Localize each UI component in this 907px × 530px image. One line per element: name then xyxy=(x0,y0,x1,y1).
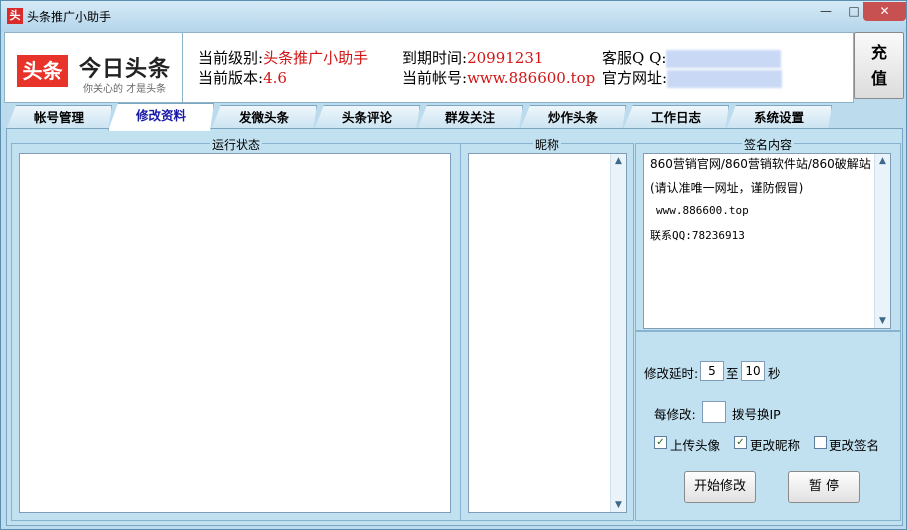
toutiao-logo: 头条 今日头条 你关心的 才是头条 xyxy=(5,33,183,102)
site-label: 官方网址: xyxy=(602,69,668,87)
change-sign-label: 更改签名 xyxy=(829,438,880,453)
logo-mark: 头条 xyxy=(17,55,68,87)
every-suffix: 拨号换IP xyxy=(732,407,781,422)
main-panel: 运行状态 昵称 ▲ ▼ 签名内容 860营销官网/860营销软件站/860破解站… xyxy=(6,128,903,526)
account-row: 当前帐号:www.886600.top xyxy=(402,67,595,88)
app-window: 头 头条推广小助手 — □ ✕ 头条 今日头条 你关心的 才是头条 当前级别:头… xyxy=(0,0,907,530)
change-nick-label: 更改昵称 xyxy=(750,438,801,453)
change-sign-checkbox[interactable] xyxy=(814,436,827,449)
minimize-icon[interactable]: — xyxy=(813,2,839,21)
status-title: 运行状态 xyxy=(209,138,262,152)
qq-blurred xyxy=(666,50,782,68)
level-label: 当前级别: xyxy=(198,49,264,67)
expire-label: 到期时间: xyxy=(402,49,468,67)
site-row: 官方网址: xyxy=(602,67,783,88)
tab-follow[interactable]: 群发关注 xyxy=(417,105,523,130)
settings-group: 修改延时: 5 至 10 秒 每修改: 拨号换IP ✓ 上传头像 ✓ 更改昵称 … xyxy=(635,331,901,521)
qq-row: 客服Q Q: xyxy=(602,47,782,68)
scroll-down-icon[interactable]: ▼ xyxy=(611,498,626,512)
nickname-list[interactable]: ▲ ▼ xyxy=(468,153,627,513)
signature-group: 签名内容 860营销官网/860营销软件站/860破解站 (请认准唯一网址，谨防… xyxy=(635,138,901,331)
qq-label: 客服Q Q: xyxy=(602,49,667,67)
signature-line: 860营销官网/860营销软件站/860破解站 xyxy=(650,157,871,171)
close-icon[interactable]: ✕ xyxy=(863,2,906,21)
status-group: 运行状态 xyxy=(11,138,461,521)
recharge-label-1: 充 xyxy=(870,43,887,62)
delay-to-input[interactable]: 10 xyxy=(741,361,765,381)
signature-line: 联系QQ:78236913 xyxy=(650,229,745,242)
tab-edit-profile[interactable]: 修改资料 xyxy=(108,103,214,131)
signature-title: 签名内容 xyxy=(741,138,794,152)
tab-bar: 帐号管理 修改资料 发微头条 头条评论 群发关注 炒作头条 工作日志 系统设置 xyxy=(1,103,906,129)
account-label: 当前帐号: xyxy=(402,69,468,87)
scroll-up-icon[interactable]: ▲ xyxy=(611,154,626,168)
pause-button[interactable]: 暂 停 xyxy=(788,471,860,503)
tab-account[interactable]: 帐号管理 xyxy=(6,105,112,130)
status-log[interactable] xyxy=(19,153,451,513)
logo-name: 今日头条 xyxy=(79,57,172,82)
logo-slogan: 你关心的 才是头条 xyxy=(83,84,167,95)
tab-work-log[interactable]: 工作日志 xyxy=(623,105,729,130)
nickname-group: 昵称 ▲ ▼ xyxy=(460,138,634,521)
every-label: 每修改: xyxy=(654,407,696,422)
upload-avatar-label: 上传头像 xyxy=(670,438,721,453)
version-label: 当前版本: xyxy=(198,69,264,87)
scroll-down-icon[interactable]: ▼ xyxy=(875,314,890,328)
scroll-up-icon[interactable]: ▲ xyxy=(875,154,890,168)
app-icon: 头 xyxy=(7,8,23,24)
every-input[interactable] xyxy=(702,401,726,423)
upload-avatar-checkbox[interactable]: ✓ xyxy=(654,436,667,449)
delay-from-input[interactable]: 5 xyxy=(700,361,724,381)
signature-line: www.886600.top xyxy=(656,204,749,217)
level-value: 头条推广小助手 xyxy=(263,49,369,67)
tab-promote[interactable]: 炒作头条 xyxy=(520,105,626,130)
window-title: 头条推广小助手 xyxy=(27,10,112,24)
signature-line: (请认准唯一网址，谨防假冒) xyxy=(650,181,804,195)
delay-to-label: 至 xyxy=(726,366,739,381)
tab-comment[interactable]: 头条评论 xyxy=(314,105,420,130)
delay-unit: 秒 xyxy=(768,366,781,381)
nickname-scrollbar[interactable]: ▲ ▼ xyxy=(610,154,626,512)
expire-value: 20991231 xyxy=(467,49,544,67)
version-value: 4.6 xyxy=(263,69,287,87)
site-blurred xyxy=(667,70,783,88)
tab-settings[interactable]: 系统设置 xyxy=(726,105,832,130)
expire-row: 到期时间:20991231 xyxy=(402,47,543,68)
header-panel: 头条 今日头条 你关心的 才是头条 当前级别:头条推广小助手 当前版本:4.6 … xyxy=(4,32,854,103)
start-edit-button[interactable]: 开始修改 xyxy=(684,471,756,503)
signature-textarea[interactable]: 860营销官网/860营销软件站/860破解站 (请认准唯一网址，谨防假冒) w… xyxy=(643,153,891,329)
recharge-label-2: 值 xyxy=(870,69,887,88)
signature-scrollbar[interactable]: ▲ ▼ xyxy=(874,154,890,328)
account-value: www.886600.top xyxy=(467,69,596,87)
level-row: 当前级别:头条推广小助手 xyxy=(198,47,368,68)
nickname-title: 昵称 xyxy=(532,138,561,152)
change-nick-checkbox[interactable]: ✓ xyxy=(734,436,747,449)
delay-label: 修改延时: xyxy=(644,366,699,381)
tab-micro-post[interactable]: 发微头条 xyxy=(211,105,317,130)
version-row: 当前版本:4.6 xyxy=(198,67,287,88)
recharge-button[interactable]: 充 值 xyxy=(854,32,904,99)
title-bar: 头 头条推广小助手 — □ ✕ xyxy=(1,1,906,32)
